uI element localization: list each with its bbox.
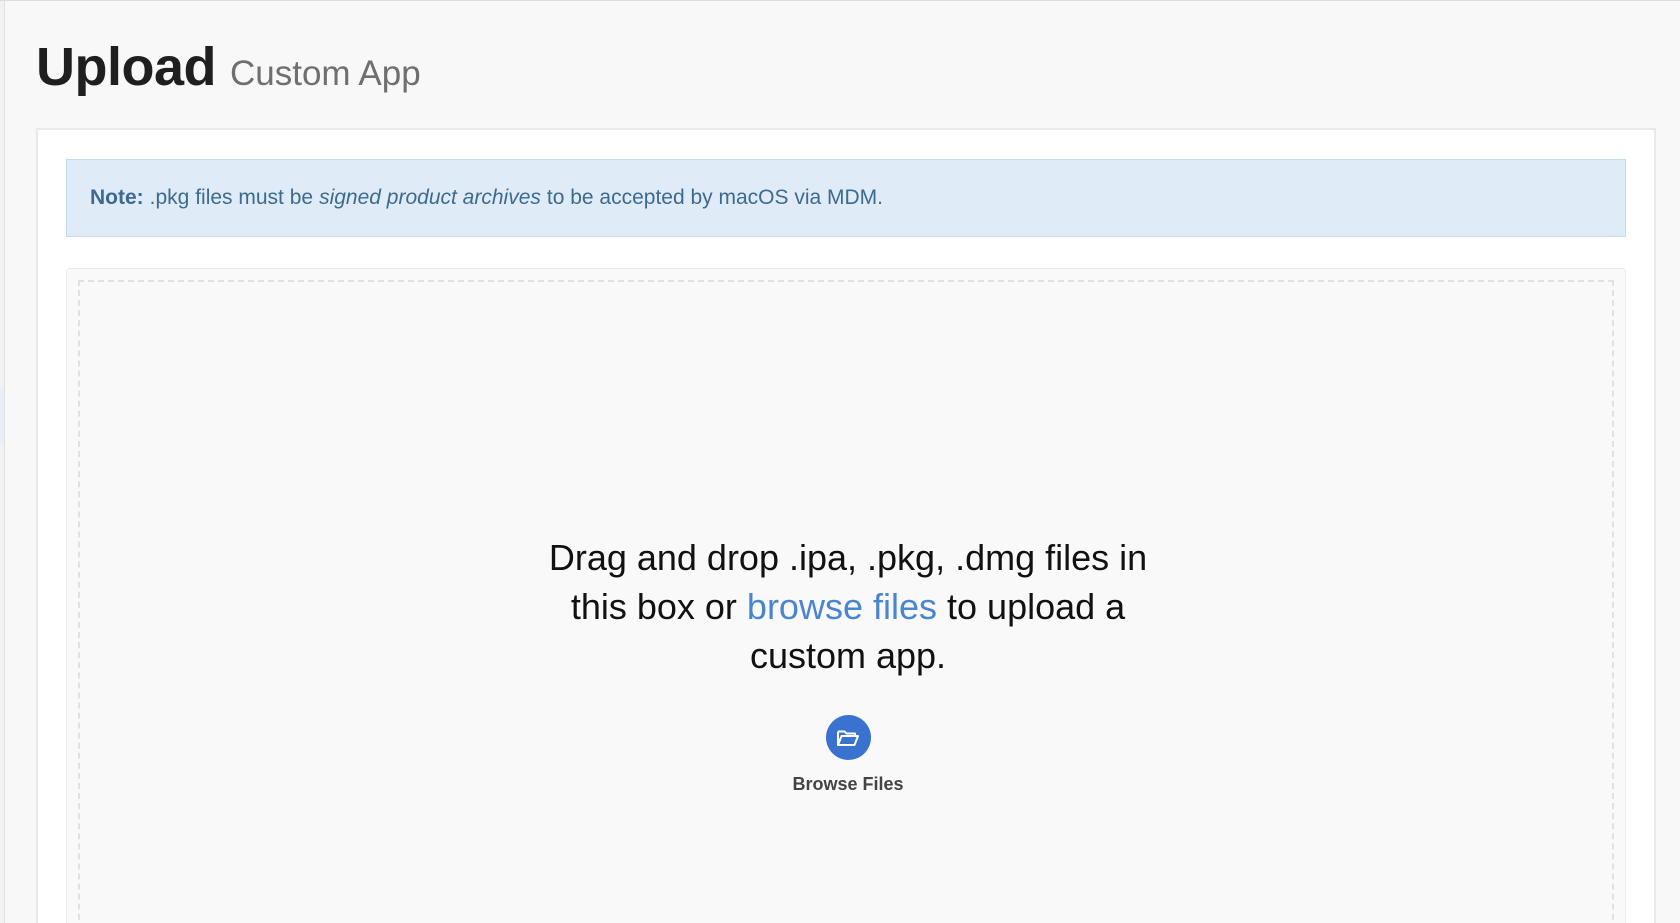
note-text-after: to be accepted by macOS via MDM. (546, 186, 884, 209)
left-sidebar-active-indicator (0, 389, 4, 443)
page-subtitle: Custom App (230, 54, 421, 93)
dropzone-instructions: Drag and drop .ipa, .pkg, .dmg files in … (80, 533, 1616, 680)
page-header: Upload Custom App (36, 31, 421, 103)
dropzone-line-1: Drag and drop .ipa, .pkg, .dmg files in (548, 537, 1148, 578)
browse-icon-circle[interactable] (825, 715, 871, 760)
upload-custom-app-page: Upload Custom App Note: .pkg files must … (0, 0, 1680, 923)
dropzone-line-2: this box or browse files to upload a (80, 582, 1616, 631)
dropzone-dashed-border[interactable]: Drag and drop .ipa, .pkg, .dmg files in … (78, 280, 1614, 923)
dropzone-line-3: custom app. (749, 635, 947, 676)
browse-files-link[interactable]: browse files (747, 586, 937, 627)
left-sidebar-edge (0, 1, 5, 923)
folder-open-icon (837, 730, 859, 746)
note-alert: Note: .pkg files must be signed product … (66, 159, 1626, 237)
content-panel: Note: .pkg files must be signed product … (36, 128, 1656, 923)
dropzone-line-2-before: this box or (570, 586, 737, 627)
note-text-before: .pkg files must be (149, 186, 314, 209)
dropzone-line-2-after: to upload a (947, 586, 1126, 627)
note-emphasis: signed product archives (319, 186, 541, 209)
browse-files-button[interactable]: Browse Files (788, 715, 908, 805)
browse-files-label[interactable]: Browse Files (788, 774, 908, 795)
page-title: Upload (36, 37, 217, 97)
note-label: Note: (90, 186, 144, 209)
file-dropzone[interactable]: Drag and drop .ipa, .pkg, .dmg files in … (66, 268, 1626, 923)
